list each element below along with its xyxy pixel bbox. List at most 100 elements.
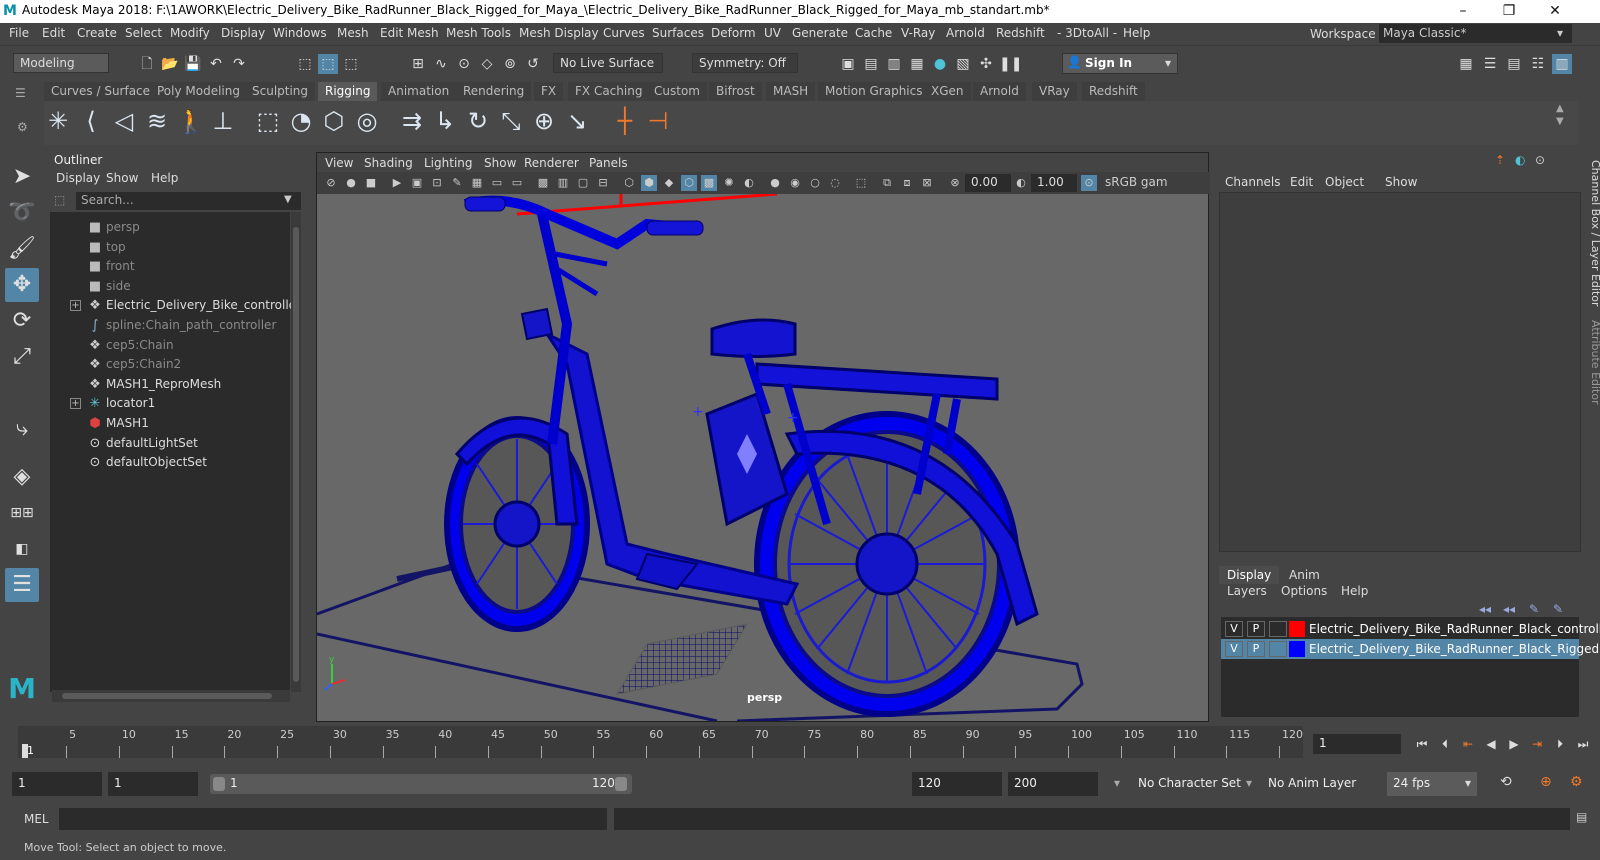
undo-icon[interactable]: ↶ bbox=[206, 54, 226, 74]
lattice-icon[interactable]: ⬡ bbox=[320, 107, 348, 135]
symmetry-select[interactable]: Symmetry: Off bbox=[692, 53, 798, 73]
isolate-select-icon[interactable]: ⬚ bbox=[853, 175, 869, 191]
motion-blur-icon[interactable]: ◉ bbox=[787, 175, 803, 191]
menu-select[interactable]: Select bbox=[125, 26, 162, 40]
menu-windows[interactable]: Windows bbox=[273, 26, 327, 40]
image-plane-icon[interactable]: ▣ bbox=[409, 175, 425, 191]
current-frame-field[interactable]: 1 bbox=[1313, 734, 1401, 754]
channel-menu-edit[interactable]: Edit bbox=[1290, 175, 1313, 189]
layer-visibility-toggle[interactable]: V bbox=[1225, 621, 1243, 637]
shelf-settings-icon[interactable]: ⚙ bbox=[17, 120, 28, 134]
outliner-menu-show[interactable]: Show bbox=[106, 171, 138, 185]
quick-rig-icon[interactable]: 🚶 bbox=[176, 107, 206, 135]
viewport-menu-show[interactable]: Show bbox=[484, 156, 516, 170]
create-joints-icon[interactable]: ✳ bbox=[44, 107, 72, 135]
safe-title-icon[interactable]: ⊟ bbox=[595, 175, 611, 191]
range-end-handle[interactable] bbox=[615, 777, 627, 791]
snap-plane-icon[interactable]: ◇ bbox=[477, 54, 497, 74]
wrap-icon[interactable]: ◎ bbox=[353, 107, 381, 135]
layer-editor-toggle-icon[interactable]: ◐ bbox=[1515, 153, 1525, 167]
shelf-tab-motion-graphics[interactable]: Motion Graphics bbox=[818, 82, 930, 101]
shelf-tab-mash[interactable]: MASH bbox=[766, 82, 816, 101]
resolution-gate-icon[interactable]: ▭ bbox=[509, 175, 525, 191]
layout-outliner-icon[interactable]: ◧ bbox=[5, 532, 39, 566]
lock-camera-icon[interactable]: ● bbox=[343, 175, 359, 191]
aim-constraint-icon[interactable]: ↳ bbox=[431, 107, 459, 135]
color-space-select[interactable]: sRGB gam bbox=[1099, 174, 1205, 192]
channel-menu-channels[interactable]: Channels bbox=[1225, 175, 1281, 189]
playback-start-field[interactable]: 1 bbox=[108, 772, 198, 796]
ik-spline-icon[interactable]: ≋ bbox=[143, 107, 171, 135]
move-tool-icon[interactable]: ✥ bbox=[5, 268, 39, 302]
shelf-tab-fx[interactable]: FX bbox=[534, 82, 564, 101]
layer-menu-layers[interactable]: Layers bbox=[1227, 584, 1267, 598]
play-backward-icon[interactable]: ◀ bbox=[1481, 734, 1501, 754]
scroll-thumb[interactable] bbox=[62, 693, 272, 699]
time-slider-track[interactable]: 1 5 10 15 20 25 30 35 40 45 50 55 60 65 70 75 80 85 90 95 10… bbox=[18, 726, 1303, 758]
shelf-scroll-up-icon[interactable]: ▲ bbox=[1556, 103, 1564, 114]
locator-shelf-icon[interactable]: ┼ bbox=[611, 107, 639, 135]
layer-color-swatch[interactable] bbox=[1289, 621, 1305, 637]
shelf-tab-redshift[interactable]: Redshift bbox=[1082, 82, 1145, 101]
script-editor-icon[interactable]: ▤ bbox=[1576, 810, 1587, 824]
layer-tab-display[interactable]: Display bbox=[1219, 566, 1280, 584]
move-layer-down-icon[interactable]: ◂◂ bbox=[1503, 602, 1515, 616]
scroll-thumb[interactable] bbox=[293, 227, 299, 682]
field-chart-icon[interactable]: ▥ bbox=[555, 175, 571, 191]
outliner-item[interactable]: ■ side bbox=[50, 277, 290, 297]
color-management-icon[interactable]: ⊙ bbox=[1081, 175, 1097, 191]
snap-grid-icon[interactable]: ⊞ bbox=[408, 54, 428, 74]
2d-pan-zoom-icon[interactable]: ⊡ bbox=[429, 175, 445, 191]
last-tool-icon[interactable]: ⤷ bbox=[5, 412, 39, 446]
shelf-scroll-down-icon[interactable]: ▼ bbox=[1556, 116, 1564, 127]
outliner-item[interactable]: ❖ cep5:Chain2 bbox=[50, 355, 290, 375]
viewport-menu-shading[interactable]: Shading bbox=[364, 156, 413, 170]
rotate-tool-icon[interactable]: ⟳ bbox=[5, 304, 39, 338]
outliner-vertical-scrollbar[interactable] bbox=[291, 212, 301, 692]
hypershade-icon[interactable]: ● bbox=[930, 54, 950, 74]
outliner-item[interactable]: ⊙ defaultObjectSet bbox=[50, 453, 290, 473]
use-all-lights-icon[interactable]: ✺ bbox=[721, 175, 737, 191]
new-scene-icon[interactable]: 🗋 bbox=[137, 54, 157, 74]
expand-icon[interactable]: + bbox=[70, 300, 81, 312]
workspace-select[interactable]: Maya Classic* bbox=[1379, 24, 1572, 43]
shelf-tab-bifrost[interactable]: Bifrost bbox=[709, 82, 762, 101]
shadows-icon[interactable]: ◐ bbox=[741, 175, 757, 191]
fps-select[interactable]: 24 fps bbox=[1387, 772, 1477, 796]
shelf-menu-icon[interactable]: ☰ bbox=[15, 86, 26, 100]
viewport-canvas[interactable]: + + y persp bbox=[317, 194, 1208, 721]
layer-visibility-toggle[interactable]: V bbox=[1225, 641, 1243, 657]
step-forward-key-icon[interactable]: ⇥ bbox=[1527, 734, 1547, 754]
layer-editor-icon[interactable]: ▥ bbox=[1552, 54, 1572, 74]
menu-3dtoall[interactable]: - 3DtoAll - bbox=[1057, 26, 1117, 40]
pause-viewport-icon[interactable]: ❚❚ bbox=[999, 54, 1022, 74]
new-layer-selected-icon[interactable]: ✎ bbox=[1529, 602, 1539, 616]
ipr-render-icon[interactable]: ▥ bbox=[884, 54, 904, 74]
orient-constraint-icon[interactable]: ↻ bbox=[464, 107, 492, 135]
menu-generate[interactable]: Generate bbox=[792, 26, 848, 40]
maximize-button[interactable]: ❐ bbox=[1486, 0, 1532, 23]
textured-icon[interactable]: ▩ bbox=[701, 175, 717, 191]
paint-weights-icon[interactable]: ◔ bbox=[287, 107, 315, 135]
anim-layer-dropdown-icon[interactable]: ▾ bbox=[1246, 776, 1252, 790]
shelf-tab-vray[interactable]: VRay bbox=[1032, 82, 1077, 101]
shelf-tab-fx-caching[interactable]: FX Caching bbox=[568, 82, 650, 101]
fps-dropdown-icon[interactable]: ▾ bbox=[1465, 776, 1471, 790]
outliner-item[interactable]: ■ front bbox=[50, 257, 290, 277]
outliner-item[interactable]: ⬢ MASH1 bbox=[50, 414, 290, 434]
channel-menu-show[interactable]: Show bbox=[1385, 175, 1417, 189]
render-settings-icon[interactable]: ▦ bbox=[907, 54, 927, 74]
menu-cache[interactable]: Cache bbox=[855, 26, 892, 40]
cluster-icon[interactable]: ⊣ bbox=[644, 107, 672, 135]
anim-preferences-icon[interactable]: ⚙ bbox=[1570, 774, 1583, 790]
select-component-icon[interactable]: ⬚ bbox=[341, 54, 361, 74]
paint-select-tool-icon[interactable]: 🖌 bbox=[5, 232, 39, 266]
character-set-select[interactable]: No Character Set bbox=[1132, 772, 1244, 796]
layer-menu-options[interactable]: Options bbox=[1281, 584, 1327, 598]
menu-uv[interactable]: UV bbox=[764, 26, 781, 40]
channel-box-side-tab[interactable]: Channel Box / Layer Editor bbox=[1589, 160, 1600, 307]
step-back-key-icon[interactable]: ⇤ bbox=[1458, 734, 1478, 754]
default-material-icon[interactable]: ◆ bbox=[661, 175, 677, 191]
outliner-item[interactable]: ∫ spline:Chain_path_controller bbox=[50, 316, 290, 336]
menu-arnold[interactable]: Arnold bbox=[946, 26, 985, 40]
